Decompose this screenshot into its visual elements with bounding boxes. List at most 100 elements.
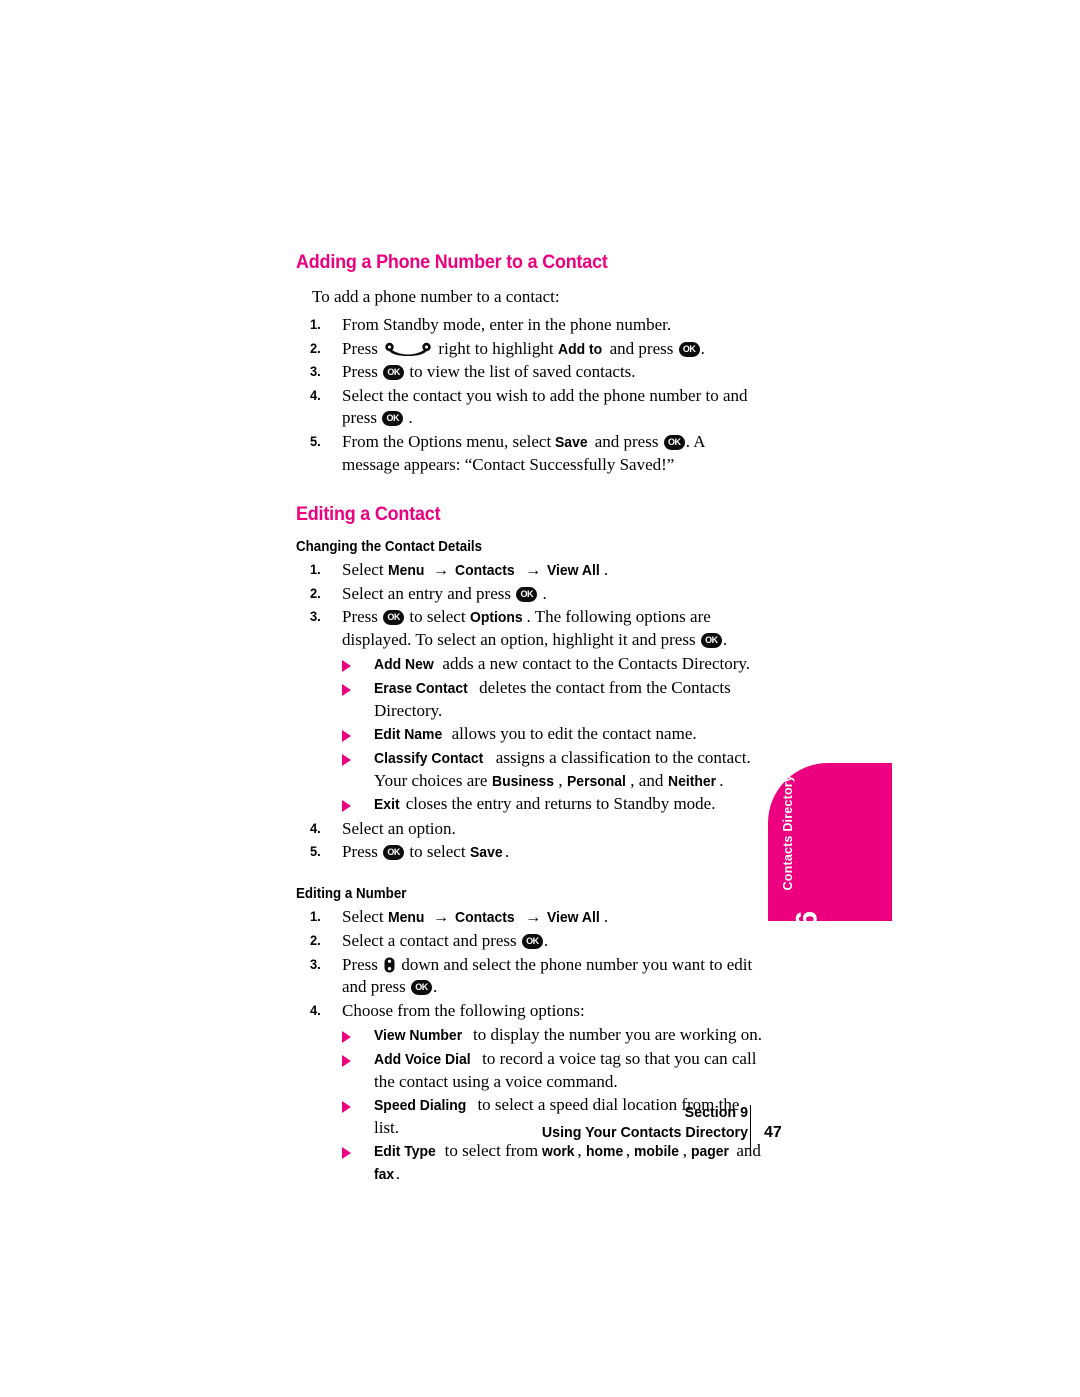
text-run: Press [342,954,383,974]
option-bullet-text: Exit closes the entry and returns to Sta… [374,794,715,813]
option-bullet-text: Add Voice Dial to record a voice tag so … [374,1049,756,1091]
numbered-step: 5. From the Options menu, select Save and… [296,431,766,476]
step-text: Select the contact you wish to add the p… [342,386,748,428]
option-bullet-item: View Number to display the number you ar… [296,1024,766,1047]
footer-section-label: Section 9 [684,1104,748,1121]
page-footer: Section 9 Using Your Contacts Directory … [0,1103,1080,1163]
text-run: From the Options menu, select [342,431,556,451]
footer-divider [750,1105,751,1149]
manual-page: Adding a Phone Number to a Contact To add… [0,0,1080,1397]
option-bullet-text: Erase Contact deletes the contact from t… [374,678,731,720]
step-number: 5. [310,843,321,860]
numbered-step: 2. Select a contact and press . [296,930,766,953]
triangle-bullet-icon [342,660,351,673]
text-run: right to highlight [434,338,558,358]
ok-key-icon [521,933,543,949]
triangle-bullet-icon [342,753,351,766]
emphasis-term: Contacts [454,909,515,927]
numbered-step: 4. Choose from the following options: [296,1000,766,1023]
numbered-step: 4. Select the contact you wish to add the… [296,385,766,430]
text-run: , [558,770,567,790]
numbered-step: 2. Select an entry and press . [296,583,766,606]
emphasis-term: fax [374,1166,395,1184]
numbered-step-list: 4. Select an option. 5. Press to select Sav… [296,818,766,864]
triangle-bullet-icon [342,800,351,813]
option-bullet-text: Add New adds a new contact to the Contac… [374,654,750,673]
section-heading: Editing a Contact [296,503,441,526]
ok-key-icon [383,610,405,626]
emphasis-term: View All [547,909,600,927]
emphasis-term: View All [547,562,600,580]
menu-path-arrow-icon: → [428,562,453,580]
step-text: From Standby mode, enter in the phone nu… [342,315,671,334]
text-run: allows you to edit the contact name. [447,724,697,744]
numbered-step: 3. Press down and select the phone number… [296,954,766,999]
emphasis-term: Erase Contact [374,680,468,698]
text-run: and press [605,338,678,358]
emphasis-term: Personal [566,772,626,790]
section-thumb-tab-number: 9 [789,911,822,928]
emphasis-term: Save [469,844,503,862]
menu-path-arrow-icon: → [428,909,453,927]
text-run: Press [342,338,383,358]
ok-key-icon [382,411,404,427]
page-content: Adding a Phone Number to a Contact To add… [296,252,766,1188]
step-number: 2. [310,339,321,356]
text-run: Press [342,607,383,627]
step-number: 3. [310,608,321,625]
ok-key-icon [410,980,432,996]
text-run: Select a contact and press [342,930,521,950]
step-number: 4. [310,819,321,836]
step-text: Select Menu → Contacts → View All. [342,907,608,926]
text-run: Select an option. [342,818,456,838]
emphasis-term: Neither [667,772,716,790]
triangle-bullet-icon [342,1031,351,1044]
step-number: 4. [310,386,321,403]
numbered-step-list: 1. Select Menu → Contacts → View All. 2. Se… [296,559,766,651]
option-bullet-item: Add Voice Dial to record a voice tag so … [296,1048,766,1093]
step-number: 1. [310,315,321,332]
text-run: and press [590,431,663,451]
numbered-step: 5. Press to select Save. [296,841,766,864]
emphasis-term: Business [491,772,554,790]
option-bullet-text: Classify Contact assigns a classificatio… [374,748,751,790]
triangle-bullet-icon [342,730,351,743]
text-run: Select an entry and press [342,583,516,603]
step-number: 4. [310,1001,321,1018]
step-number: 3. [310,955,321,972]
step-number: 2. [310,931,321,948]
text-run: . [722,629,728,649]
text-run: Select [342,560,388,580]
text-run: closes the entry and returns to Standby … [401,794,716,814]
text-run: . [395,1164,400,1184]
emphasis-term: Save [555,433,589,451]
subsection-heading: Editing a Number [296,885,407,902]
step-number: 3. [310,363,321,380]
text-run: to view the list of saved contacts. [405,362,636,382]
text-run: adds a new contact to the Contacts Direc… [438,654,751,674]
step-number: 2. [310,584,321,601]
text-run: Press [342,842,383,862]
section-lead-text: To add a phone number to a contact: [312,287,560,307]
numbered-step: 4. Select an option. [296,818,766,841]
numbered-step: 3. Press to view the list of saved contac… [296,361,766,384]
numbered-step: 1. From Standby mode, enter in the phone … [296,314,766,337]
emphasis-term: Add to [557,340,603,358]
triangle-bullet-icon [342,684,351,697]
text-run: Press [342,362,383,382]
text-run: down and select the phone number you wan… [342,954,753,997]
step-text: Choose from the following options: [342,1001,585,1020]
option-bullet-item: Exit closes the entry and returns to Sta… [296,793,766,816]
step-text: Press to select Save. [342,842,509,861]
text-run: . [603,560,609,580]
page-number: 47 [764,1124,782,1141]
step-text: Press down and select the phone number y… [342,955,752,997]
footer-section-title: Using Your Contacts Directory [541,1123,748,1141]
step-text: Select an entry and press . [342,584,547,603]
numbered-step: 3. Press to select Options. The following… [296,606,766,651]
numbered-step-list: 1. From Standby mode, enter in the phone … [296,314,766,476]
text-run: , and [630,770,668,790]
option-bullet-list: Add New adds a new contact to the Contac… [296,653,766,815]
menu-path-arrow-icon: → [521,562,546,580]
option-bullet-item: Erase Contact deletes the contact from t… [296,677,766,722]
